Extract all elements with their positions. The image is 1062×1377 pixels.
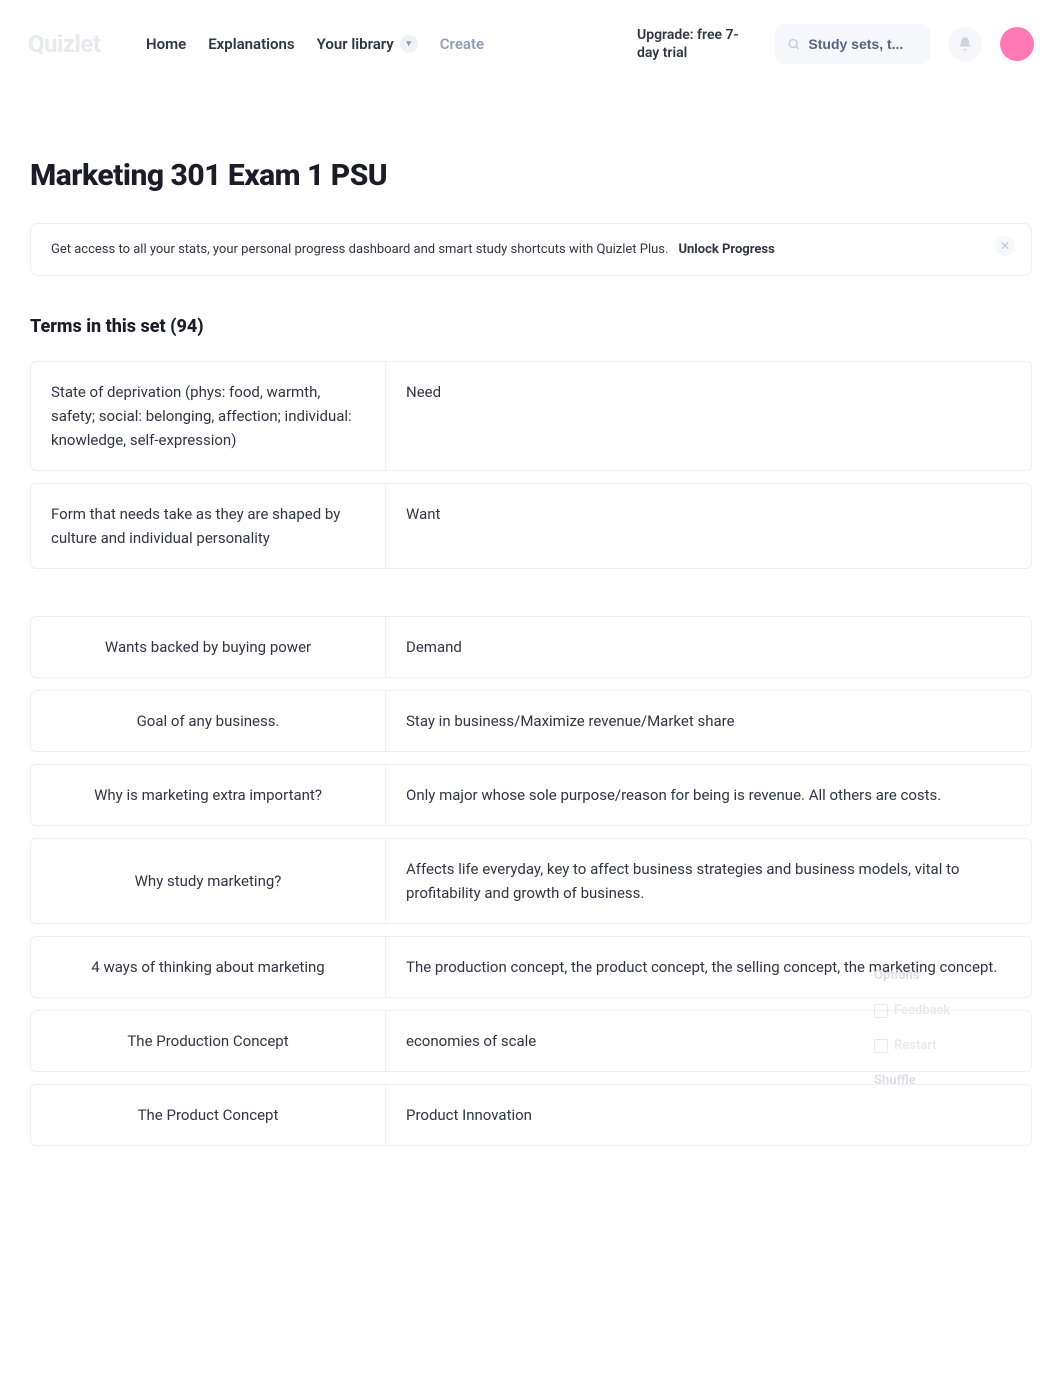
definition-text: Product Innovation	[386, 1085, 1031, 1145]
term-card[interactable]: Why study marketing? Affects life everyd…	[30, 838, 1032, 924]
nav-home[interactable]: Home	[146, 35, 186, 53]
term-card[interactable]: 4 ways of thinking about marketing The p…	[30, 936, 1032, 998]
term-text: Wants backed by buying power	[31, 617, 386, 677]
definition-text: Affects life everyday, key to affect bus…	[386, 839, 1031, 923]
terms-list: State of deprivation (phys: food, warmth…	[30, 361, 1032, 1146]
term-text: The Production Concept	[31, 1011, 386, 1071]
nav-explanations[interactable]: Explanations	[208, 35, 294, 53]
definition-text: Want	[386, 484, 1031, 568]
definition-text: Stay in business/Maximize revenue/Market…	[386, 691, 1031, 751]
banner-close-button[interactable]: ✕	[995, 236, 1015, 256]
avatar[interactable]	[1000, 27, 1034, 61]
nav-create[interactable]: Create	[440, 35, 484, 53]
close-icon: ✕	[1000, 239, 1010, 253]
bell-icon	[957, 36, 973, 52]
term-card[interactable]: The Production Concept economies of scal…	[30, 1010, 1032, 1072]
term-card[interactable]: Goal of any business. Stay in business/M…	[30, 690, 1032, 752]
nav-your-library-label: Your library	[317, 35, 394, 53]
definition-text: The production concept, the product conc…	[386, 937, 1031, 997]
nav-your-library[interactable]: Your library ▾	[317, 35, 418, 53]
chevron-down-icon: ▾	[400, 35, 418, 53]
page-title: Marketing 301 Exam 1 PSU	[30, 158, 1032, 193]
upgrade-link[interactable]: Upgrade: free 7-day trial	[637, 26, 757, 62]
term-card[interactable]: Form that needs take as they are shaped …	[30, 483, 1032, 569]
search-input[interactable]	[808, 36, 918, 52]
nav-links: Home Explanations Your library ▾ Create	[146, 35, 484, 53]
term-text: State of deprivation (phys: food, warmth…	[31, 362, 386, 470]
logo[interactable]: Quizlet	[28, 30, 128, 58]
definition-text: economies of scale	[386, 1011, 1031, 1071]
unlock-progress-link[interactable]: Unlock Progress	[678, 242, 774, 257]
banner-text: Get access to all your stats, your perso…	[51, 242, 668, 257]
term-text: The Product Concept	[31, 1085, 386, 1145]
search-container[interactable]	[775, 24, 930, 64]
term-text: Why is marketing extra important?	[31, 765, 386, 825]
term-card[interactable]: Wants backed by buying power Demand	[30, 616, 1032, 678]
term-text: Why study marketing?	[31, 839, 386, 923]
term-card[interactable]: State of deprivation (phys: food, warmth…	[30, 361, 1032, 471]
definition-text: Demand	[386, 617, 1031, 677]
search-icon	[787, 36, 800, 52]
definition-text: Only major whose sole purpose/reason for…	[386, 765, 1031, 825]
definition-text: Need	[386, 362, 1031, 470]
upgrade-banner: Get access to all your stats, your perso…	[30, 223, 1032, 276]
term-card[interactable]: Why is marketing extra important? Only m…	[30, 764, 1032, 826]
term-card[interactable]: The Product Concept Product Innovation	[30, 1084, 1032, 1146]
page-content: Marketing 301 Exam 1 PSU Get access to a…	[0, 88, 1062, 1188]
term-text: Form that needs take as they are shaped …	[31, 484, 386, 568]
term-text: Goal of any business.	[31, 691, 386, 751]
term-text: 4 ways of thinking about marketing	[31, 937, 386, 997]
notifications-button[interactable]	[948, 27, 982, 61]
section-title: Terms in this set (94)	[30, 316, 1032, 337]
top-nav: Quizlet Home Explanations Your library ▾…	[0, 0, 1062, 88]
